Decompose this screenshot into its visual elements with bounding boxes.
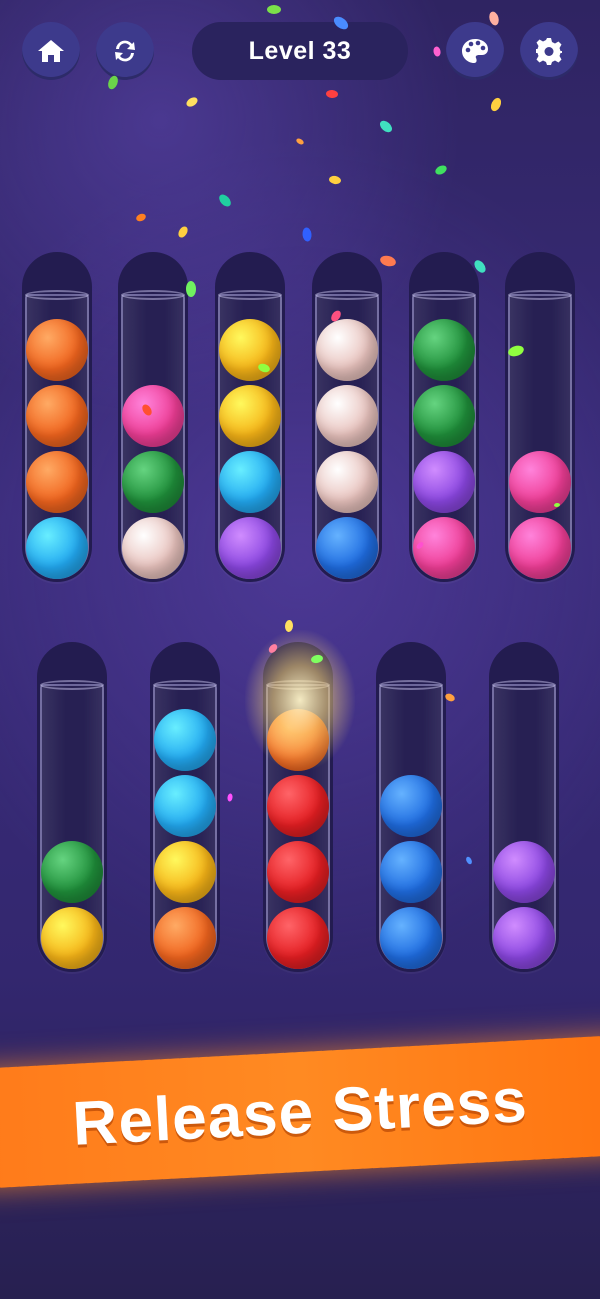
ball-cyan [26, 517, 88, 579]
tube-rim [315, 290, 379, 300]
ball-orange [154, 907, 216, 969]
tube-rim [412, 290, 476, 300]
restart-button[interactable] [96, 22, 154, 80]
ball-peach [316, 385, 378, 447]
ball-green [41, 841, 103, 903]
ball-yellow [219, 385, 281, 447]
ball-purple [493, 841, 555, 903]
tube-rim [25, 290, 89, 300]
tube-rim [121, 290, 185, 300]
ball-blue [380, 841, 442, 903]
confetti-piece [328, 175, 342, 185]
confetti-piece [464, 855, 474, 866]
ball-orange [26, 385, 88, 447]
bottom-row-tube-1[interactable] [37, 642, 107, 972]
ball-pink [509, 517, 571, 579]
level-label: Level 33 [248, 36, 352, 65]
theme-button[interactable] [446, 22, 504, 80]
ball-orange [26, 319, 88, 381]
confetti-piece [301, 227, 313, 242]
ball-peach [316, 319, 378, 381]
confetti-piece [377, 118, 395, 135]
top-row-tube-4[interactable] [312, 252, 382, 582]
top-row-tube-6[interactable] [505, 252, 575, 582]
ball-yellow [41, 907, 103, 969]
ball-red [267, 775, 329, 837]
top-row-tube-3[interactable] [215, 252, 285, 582]
banner-text: Release Stress [70, 1065, 530, 1159]
top-row-tube-1[interactable] [22, 252, 92, 582]
home-icon [38, 40, 64, 62]
settings-button[interactable] [520, 22, 578, 80]
ball-red [267, 841, 329, 903]
ball-cyan [154, 775, 216, 837]
ball-purple [493, 907, 555, 969]
restart-icon [115, 40, 135, 62]
ball-peach [122, 517, 184, 579]
ball-yellow [219, 319, 281, 381]
tube-rim [40, 680, 104, 690]
confetti-piece [487, 10, 501, 27]
tube-rim [218, 290, 282, 300]
level-indicator: Level 33 [192, 22, 408, 80]
ball-blue [380, 775, 442, 837]
ball-red [267, 907, 329, 969]
ball-yellow [154, 841, 216, 903]
tube-rim [508, 290, 572, 300]
ball-pink [122, 385, 184, 447]
tube-rim [153, 680, 217, 690]
ball-purple [219, 517, 281, 579]
confetti-piece [378, 254, 398, 268]
confetti-piece [432, 45, 442, 58]
ball-green [122, 451, 184, 513]
ball-green [413, 385, 475, 447]
confetti-piece [135, 212, 147, 223]
palette-icon [462, 39, 488, 63]
confetti-piece [433, 163, 449, 177]
confetti-piece [184, 95, 200, 109]
confetti-piece [295, 137, 305, 146]
top-row-tube-5[interactable] [409, 252, 479, 582]
confetti-piece [226, 793, 234, 802]
ball-pink [413, 517, 475, 579]
confetti-piece [488, 96, 504, 113]
confetti-piece [176, 224, 190, 240]
ball-blue [316, 517, 378, 579]
gear-icon [536, 38, 562, 65]
confetti-piece [216, 192, 234, 209]
tube-rim [379, 680, 443, 690]
confetti-piece [267, 5, 281, 14]
ball-cyan [219, 451, 281, 513]
confetti-piece [185, 280, 197, 298]
bottom-row-tube-2[interactable] [150, 642, 220, 972]
ball-peach [316, 451, 378, 513]
bottom-row-tube-5[interactable] [489, 642, 559, 972]
top-row-tube-2[interactable] [118, 252, 188, 582]
ball-purple [413, 451, 475, 513]
ball-orange [26, 451, 88, 513]
tube-rim [492, 680, 556, 690]
confetti-piece [284, 619, 294, 633]
ball-pink [509, 451, 571, 513]
ball-green [413, 319, 475, 381]
bottom-row-tube-3[interactable] [263, 642, 333, 972]
ball-cyan [154, 709, 216, 771]
home-button[interactable] [22, 22, 80, 80]
ball-blue [380, 907, 442, 969]
tube-rim [266, 680, 330, 690]
ball-orange [267, 709, 329, 771]
confetti-piece [325, 89, 339, 99]
promo-banner: Release Stress [0, 1034, 600, 1190]
bottom-row-tube-4[interactable] [376, 642, 446, 972]
